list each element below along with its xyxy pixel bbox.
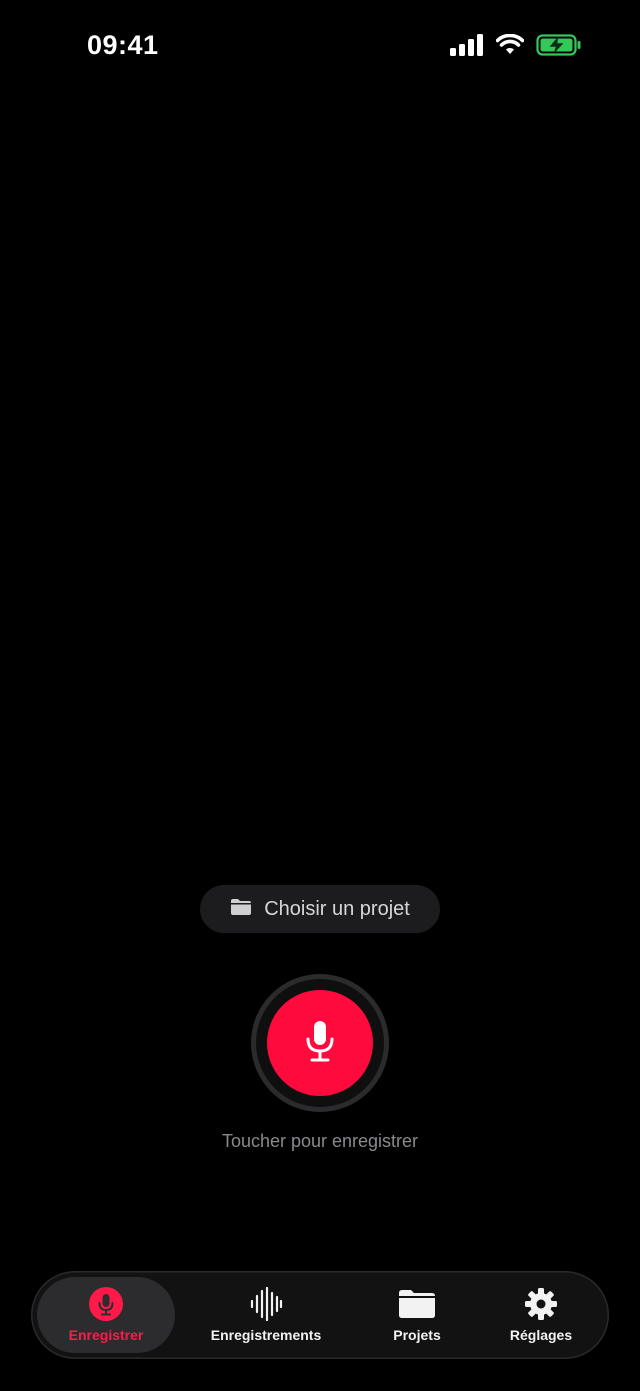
- battery-charging-icon: [536, 34, 582, 56]
- tab-recordings-label: Enregistrements: [210, 1327, 322, 1343]
- cellular-signal-icon: [450, 34, 484, 56]
- tab-bar: Enregistrer Enregistrements Projets Régl…: [31, 1271, 609, 1359]
- choose-project-label: Choisir un projet: [264, 897, 410, 920]
- folder-icon: [230, 898, 252, 921]
- wifi-icon: [496, 34, 524, 56]
- status-time: 09:41: [87, 30, 159, 60]
- tab-projects-label: Projets: [393, 1327, 441, 1343]
- tab-record-label: Enregistrer: [68, 1327, 144, 1343]
- record-hint: Toucher pour enregistrer: [221, 1131, 419, 1151]
- tab-settings[interactable]: Réglages: [491, 1277, 591, 1353]
- folder-icon: [397, 1287, 437, 1321]
- tab-recordings[interactable]: Enregistrements: [195, 1277, 337, 1353]
- record-button[interactable]: [267, 990, 373, 1096]
- status-bar: 09:41: [0, 0, 640, 94]
- waveform-icon: [249, 1287, 283, 1321]
- microphone-icon: [89, 1287, 123, 1321]
- record-screen: 09:41 Choisir un projet Toucher pour enr…: [0, 0, 640, 1391]
- status-icons: [450, 34, 582, 56]
- tab-projects[interactable]: Projets: [367, 1277, 467, 1353]
- tab-settings-label: Réglages: [509, 1327, 573, 1343]
- choose-project-button[interactable]: Choisir un projet: [200, 885, 440, 933]
- gear-icon: [524, 1287, 558, 1321]
- microphone-icon: [304, 1019, 336, 1068]
- tab-record[interactable]: Enregistrer: [37, 1277, 175, 1353]
